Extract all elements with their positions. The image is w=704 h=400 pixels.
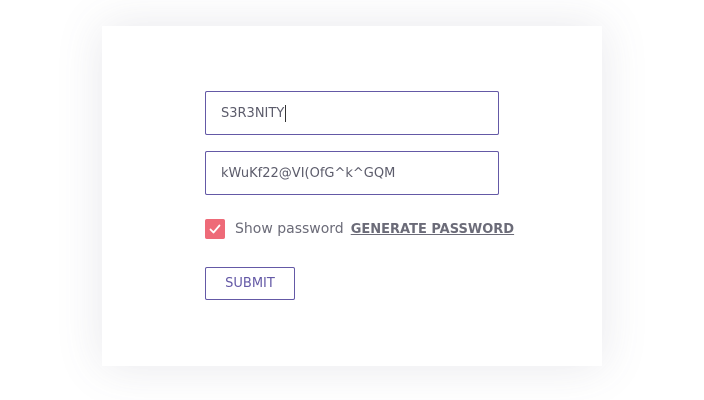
show-password-row: Show password GENERATE PASSWORD (205, 219, 514, 239)
password-input[interactable]: kWuKf22@VI(OfG^k^GQM (205, 151, 499, 195)
check-icon (209, 224, 221, 234)
page: S3R3NITY kWuKf22@VI(OfG^k^GQM Show passw… (0, 0, 704, 400)
text-caret (285, 104, 287, 122)
password-value: kWuKf22@VI(OfG^k^GQM (221, 165, 396, 181)
generate-password-link[interactable]: GENERATE PASSWORD (351, 222, 514, 237)
login-form-card: S3R3NITY kWuKf22@VI(OfG^k^GQM Show passw… (102, 26, 602, 366)
show-password-label[interactable]: Show password (235, 221, 344, 237)
username-input[interactable]: S3R3NITY (205, 91, 499, 135)
submit-button[interactable]: SUBMIT (205, 267, 295, 300)
show-password-checkbox[interactable] (205, 219, 225, 239)
username-value: S3R3NITY (221, 105, 285, 121)
